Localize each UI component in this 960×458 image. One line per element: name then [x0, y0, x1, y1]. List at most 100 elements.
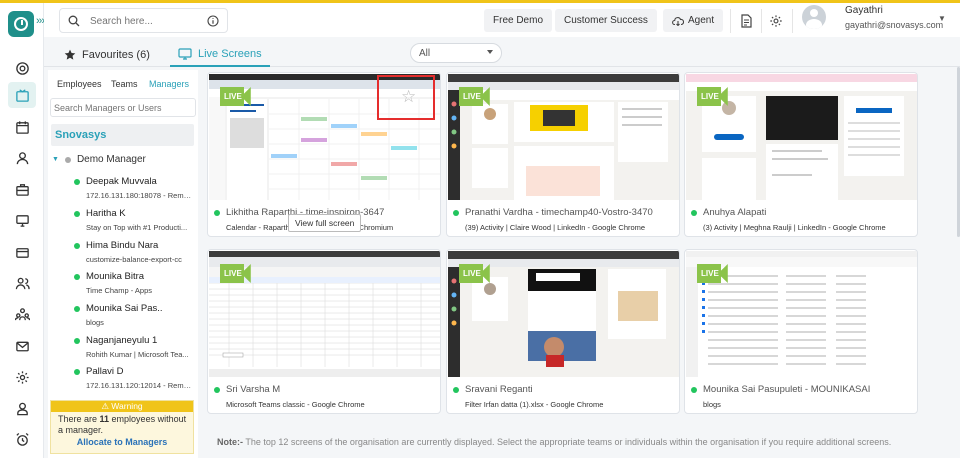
organization-icon[interactable]	[8, 301, 36, 327]
screen-tabs: Favourites (6) Live Screens All	[44, 37, 960, 67]
free-demo-button[interactable]: Free Demo	[484, 9, 553, 32]
online-status-dot	[74, 273, 80, 280]
monitor-icon	[178, 48, 192, 60]
clock-logo-icon	[14, 17, 28, 31]
dashboard-icon[interactable]	[8, 55, 36, 81]
user-menu-chevron-down-icon[interactable]: ▼	[938, 14, 946, 23]
list-item[interactable]: Mounika Sai Pas.. blogs	[74, 303, 194, 327]
profile-badge-icon[interactable]	[8, 395, 36, 421]
view-full-screen-button[interactable]: View full screen	[288, 214, 362, 232]
screen-card-title: Pranathi Vardha - timechamp40-Vostro-347…	[453, 207, 677, 218]
document-icon[interactable]	[734, 9, 758, 33]
screen-card[interactable]: LIVE Sravani Reganti Filter Irfan datta …	[446, 249, 680, 414]
managers-panel: Employees Teams Managers Snovasys ▼ Demo…	[48, 70, 198, 458]
org-name[interactable]: Snovasys	[51, 124, 194, 146]
filter-value: All	[419, 47, 431, 59]
employee-activity: Time Champ - Apps	[86, 286, 152, 295]
screen-user-title: Anuhya Alapati	[703, 207, 767, 218]
list-item[interactable]: Naganjaneyulu 1 Rohith Kumar | Microsoft …	[74, 335, 194, 359]
list-item[interactable]: Mounika Bitra Time Champ - Apps	[74, 271, 194, 295]
list-item[interactable]: Hima Bindu Nara customize-balance-export-…	[74, 240, 194, 264]
customer-success-label: Customer Success	[564, 15, 648, 26]
customer-success-button[interactable]: Customer Success	[555, 9, 657, 32]
screen-card[interactable]: LIVE Pranathi Vardha - timechamp40-Vostr…	[446, 72, 680, 237]
screen-card-activity: (39) Activity | Claire Wood | LinkedIn -…	[465, 223, 646, 232]
screen-card[interactable]: LIVE Anuhya Alapati (3) Activity | Meghn…	[684, 72, 918, 237]
caret-down-icon[interactable]: ▼	[52, 156, 59, 163]
screen-card-title: Anuhya Alapati	[691, 207, 915, 218]
list-item[interactable]: Haritha K Stay on Top with #1 Producti...	[74, 208, 194, 232]
employee-activity: blogs	[86, 318, 104, 327]
top-header: Free Demo Customer Success Agent Gayathr…	[44, 3, 960, 37]
live-screens-grid: LIVE ☆ Likhitha Raparthi - time-inspiron…	[201, 67, 948, 458]
screen-filter-select[interactable]: All	[410, 43, 502, 63]
employee-name: Pallavi D	[86, 366, 124, 377]
screen-card[interactable]: LIVE ☆ Likhitha Raparthi - time-inspiron…	[207, 72, 441, 237]
warning-text-pre: There are	[58, 414, 100, 424]
employee-activity: Stay on Top with #1 Producti...	[86, 223, 188, 232]
offline-status-dot	[64, 156, 71, 163]
screen-user-title: Pranathi Vardha - timechamp40-Vostro-347…	[465, 207, 653, 218]
info-icon[interactable]	[207, 15, 219, 27]
header-divider	[761, 9, 762, 33]
online-status-dot	[214, 386, 220, 393]
favourite-star-icon[interactable]: ☆	[401, 87, 416, 107]
screen-thumbnail[interactable]: LIVE	[686, 251, 917, 377]
icon-sidebar: ›››	[0, 3, 45, 458]
team-icon[interactable]	[8, 270, 36, 296]
tab-live-screens-label: Live Screens	[198, 48, 262, 60]
screen-card-activity: (3) Activity | Meghna Raulji | LinkedIn …	[703, 223, 886, 232]
manager-item[interactable]: ▼ Demo Manager	[52, 154, 146, 165]
list-item[interactable]: Pallavi D 172.16.131.120:12014 - Remot...	[74, 366, 194, 390]
screen-thumbnail[interactable]: LIVE	[448, 251, 679, 377]
screen-thumbnail[interactable]: LIVE ☆	[209, 74, 440, 200]
employee-name: Naganjaneyulu 1	[86, 335, 158, 346]
employee-activity: customize-balance-export-cc	[86, 255, 182, 264]
employee-name: Mounika Sai Pas..	[86, 303, 163, 314]
agent-button[interactable]: Agent	[663, 9, 724, 32]
online-status-dot	[691, 386, 697, 393]
screen-card-activity: blogs	[703, 400, 721, 409]
avatar[interactable]	[802, 5, 826, 29]
screen-thumbnail[interactable]: LIVE	[686, 74, 917, 200]
agent-label: Agent	[688, 15, 715, 26]
expand-sidebar-icon[interactable]: ›››	[36, 15, 45, 27]
live-screen-icon[interactable]	[8, 82, 36, 108]
monitor-icon[interactable]	[8, 207, 36, 233]
screen-thumbnail[interactable]: LIVE	[448, 74, 679, 200]
settings-icon[interactable]	[8, 364, 36, 390]
mail-icon[interactable]	[8, 333, 36, 359]
chevron-down-icon	[487, 50, 493, 54]
header-divider	[792, 9, 793, 33]
search-input[interactable]	[90, 13, 200, 29]
screen-card-title: Mounika Sai Pasupuleti - MOUNIKASAI	[691, 384, 915, 395]
warning-box: ⚠ Warning There are 11 employees without…	[50, 400, 194, 454]
app-logo[interactable]	[8, 11, 34, 37]
tab-live-screens[interactable]: Live Screens	[170, 43, 270, 67]
employee-name: Hima Bindu Nara	[86, 240, 159, 251]
user-icon[interactable]	[8, 145, 36, 171]
header-settings-icon[interactable]	[764, 9, 788, 33]
allocate-managers-link[interactable]: Allocate to Managers	[51, 437, 193, 447]
manager-name: Demo Manager	[76, 154, 146, 165]
list-item[interactable]: Deepak Muvvala 172.16.131.180:18078 - Rem…	[74, 176, 194, 200]
alarm-clock-icon[interactable]	[8, 426, 36, 452]
global-search[interactable]	[59, 8, 228, 33]
tab-favourites[interactable]: Favourites (6)	[64, 43, 150, 67]
screen-card[interactable]: LIVE Sri Varsha M Microsoft Teams classi…	[207, 249, 441, 414]
employee-name: Deepak Muvvala	[86, 176, 157, 187]
cloud-download-icon	[672, 16, 684, 26]
calendar-icon[interactable]	[8, 114, 36, 140]
briefcase-icon[interactable]	[8, 176, 36, 202]
tab-managers[interactable]: Managers	[149, 79, 189, 89]
employee-activity: Rohith Kumar | Microsoft Tea...	[86, 350, 189, 359]
manager-search-input[interactable]	[50, 98, 196, 117]
online-status-dot	[74, 178, 80, 185]
panel-tabs: Employees Teams Managers	[48, 76, 198, 94]
tab-employees[interactable]: Employees	[57, 79, 102, 89]
screen-card[interactable]: LIVE Mounika Sai Pasupuleti - MOUNIKASAI…	[684, 249, 918, 414]
employee-activity: 172.16.131.180:18078 - Remot...	[86, 191, 194, 200]
card-icon[interactable]	[8, 239, 36, 265]
screen-thumbnail[interactable]: LIVE	[209, 251, 440, 377]
tab-teams[interactable]: Teams	[111, 79, 138, 89]
